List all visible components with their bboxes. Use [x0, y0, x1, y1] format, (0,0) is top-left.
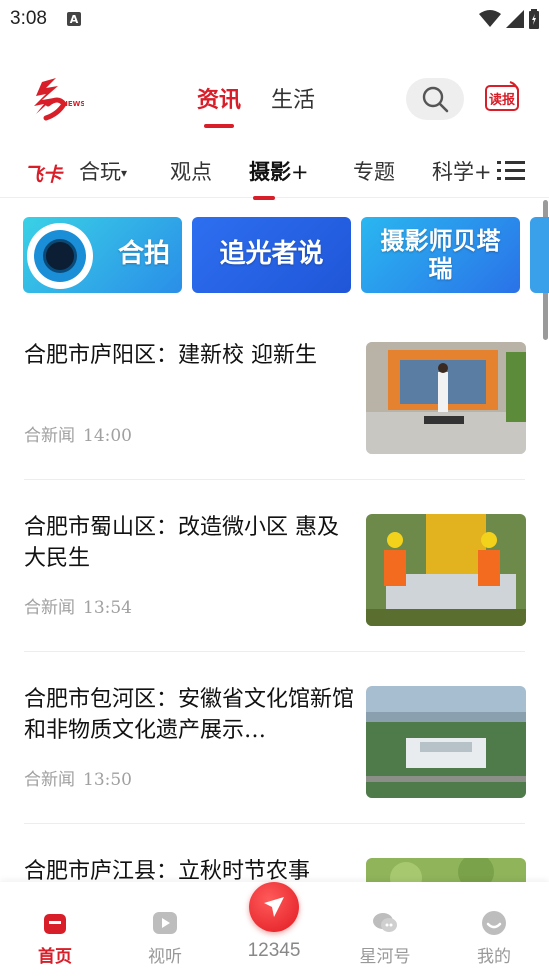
plus-icon: +	[291, 160, 309, 184]
notification-a-icon: A	[66, 12, 81, 26]
news-thumbnail	[366, 514, 526, 626]
clock: 3:08	[10, 8, 47, 29]
banner-zhuiguang[interactable]: 追光者说	[192, 217, 351, 293]
news-time: 13:50	[83, 770, 132, 790]
wifi-icon	[479, 10, 501, 27]
news-source: 合新闻	[24, 770, 75, 790]
feika-badge[interactable]: 飞卡	[24, 160, 62, 187]
read-newspaper-button[interactable]: 读报	[484, 80, 520, 116]
banner-label: 摄影师贝塔瑞	[380, 226, 501, 283]
home-icon	[44, 914, 66, 934]
channel-menu-icon[interactable]	[497, 158, 525, 184]
top-tabs: 资讯 生活	[197, 82, 315, 114]
camera-lens-icon	[27, 223, 93, 289]
signal-icon	[506, 10, 524, 28]
nav-xinghe[interactable]: 星河号	[345, 910, 425, 967]
profile-face-icon	[482, 911, 506, 935]
nav-label: 视听	[148, 947, 182, 967]
news-thumbnail	[366, 686, 526, 798]
nav-label: 星河号	[359, 947, 411, 967]
status-bar: 3:08 A	[0, 0, 549, 38]
news-item[interactable]: 合肥市包河区：安徽省文化馆新馆和非物质文化遗产展示… 合新闻 13:50	[0, 652, 549, 824]
nav-home[interactable]: 首页	[15, 910, 95, 967]
channel-guandian[interactable]: 观点	[170, 156, 212, 186]
banner-label: 合拍	[117, 239, 170, 270]
channel-label: 合玩	[79, 160, 121, 184]
news-item[interactable]: 合肥市庐阳区：建新校 迎新生 合新闻 14:00	[0, 308, 549, 480]
plus-icon: +	[474, 160, 492, 184]
search-icon	[422, 86, 449, 113]
read-newspaper-icon: 读报	[485, 81, 519, 111]
banner-hepai[interactable]: 合拍	[23, 217, 182, 293]
tab-news[interactable]: 资讯	[197, 82, 241, 114]
news-source: 合新闻	[24, 426, 75, 446]
news-meta: 合新闻 13:54	[24, 593, 132, 618]
status-icons	[479, 9, 539, 29]
hotline-bubble[interactable]	[249, 882, 299, 932]
logo-text: NEWS	[62, 100, 84, 108]
channel-label: 摄影	[249, 160, 291, 184]
nav-video[interactable]: 视听	[125, 910, 205, 967]
channel-zhuanti[interactable]: 专题	[353, 156, 395, 186]
channel-bar: 飞卡 合玩▾ 观点 摄影+ 专题 科学+	[0, 148, 549, 200]
tab-life[interactable]: 生活	[271, 82, 315, 114]
channel-hewan[interactable]: 合玩▾	[79, 156, 127, 186]
channel-sheying[interactable]: 摄影+	[249, 156, 309, 200]
dropdown-caret-icon: ▾	[121, 166, 128, 180]
news-time: 14:00	[83, 426, 132, 446]
nav-label: 12345	[247, 940, 301, 961]
news-meta: 合新闻 14:00	[24, 421, 132, 446]
channel-kexue[interactable]: 科学+	[432, 156, 492, 186]
app-logo[interactable]: NEWS	[28, 74, 85, 126]
banner-next[interactable]	[530, 217, 549, 293]
banner-photographer[interactable]: 摄影师贝塔瑞	[361, 217, 520, 293]
channel-label: 科学	[432, 160, 474, 184]
bottom-nav: 首页 视听 12345 星河号 我的	[0, 882, 549, 976]
app-header: NEWS 资讯 生活 读报	[0, 70, 549, 130]
read-label: 读报	[489, 92, 516, 108]
news-thumbnail	[366, 342, 526, 454]
news-title: 合肥市包河区：安徽省文化馆新馆和非物质文化遗产展示…	[24, 687, 355, 743]
news-title: 合肥市蜀山区：改造微小区 惠及大民生	[24, 515, 339, 571]
news-time: 13:54	[83, 598, 132, 618]
news-title: 合肥市庐阳区：建新校 迎新生	[24, 343, 317, 368]
news-source: 合新闻	[24, 598, 75, 618]
search-button[interactable]	[406, 78, 464, 120]
nav-mine[interactable]: 我的	[454, 910, 534, 967]
hotline-icon	[264, 897, 284, 917]
news-meta: 合新闻 13:50	[24, 765, 132, 790]
video-play-icon	[153, 912, 177, 934]
nav-label: 首页	[38, 947, 72, 967]
nav-label: 我的	[477, 947, 511, 967]
battery-icon	[529, 9, 539, 29]
banner-row: 合拍 追光者说 摄影师贝塔瑞	[23, 217, 549, 293]
chat-bubble-icon	[373, 913, 397, 932]
news-item[interactable]: 合肥市蜀山区：改造微小区 惠及大民生 合新闻 13:54	[0, 480, 549, 652]
